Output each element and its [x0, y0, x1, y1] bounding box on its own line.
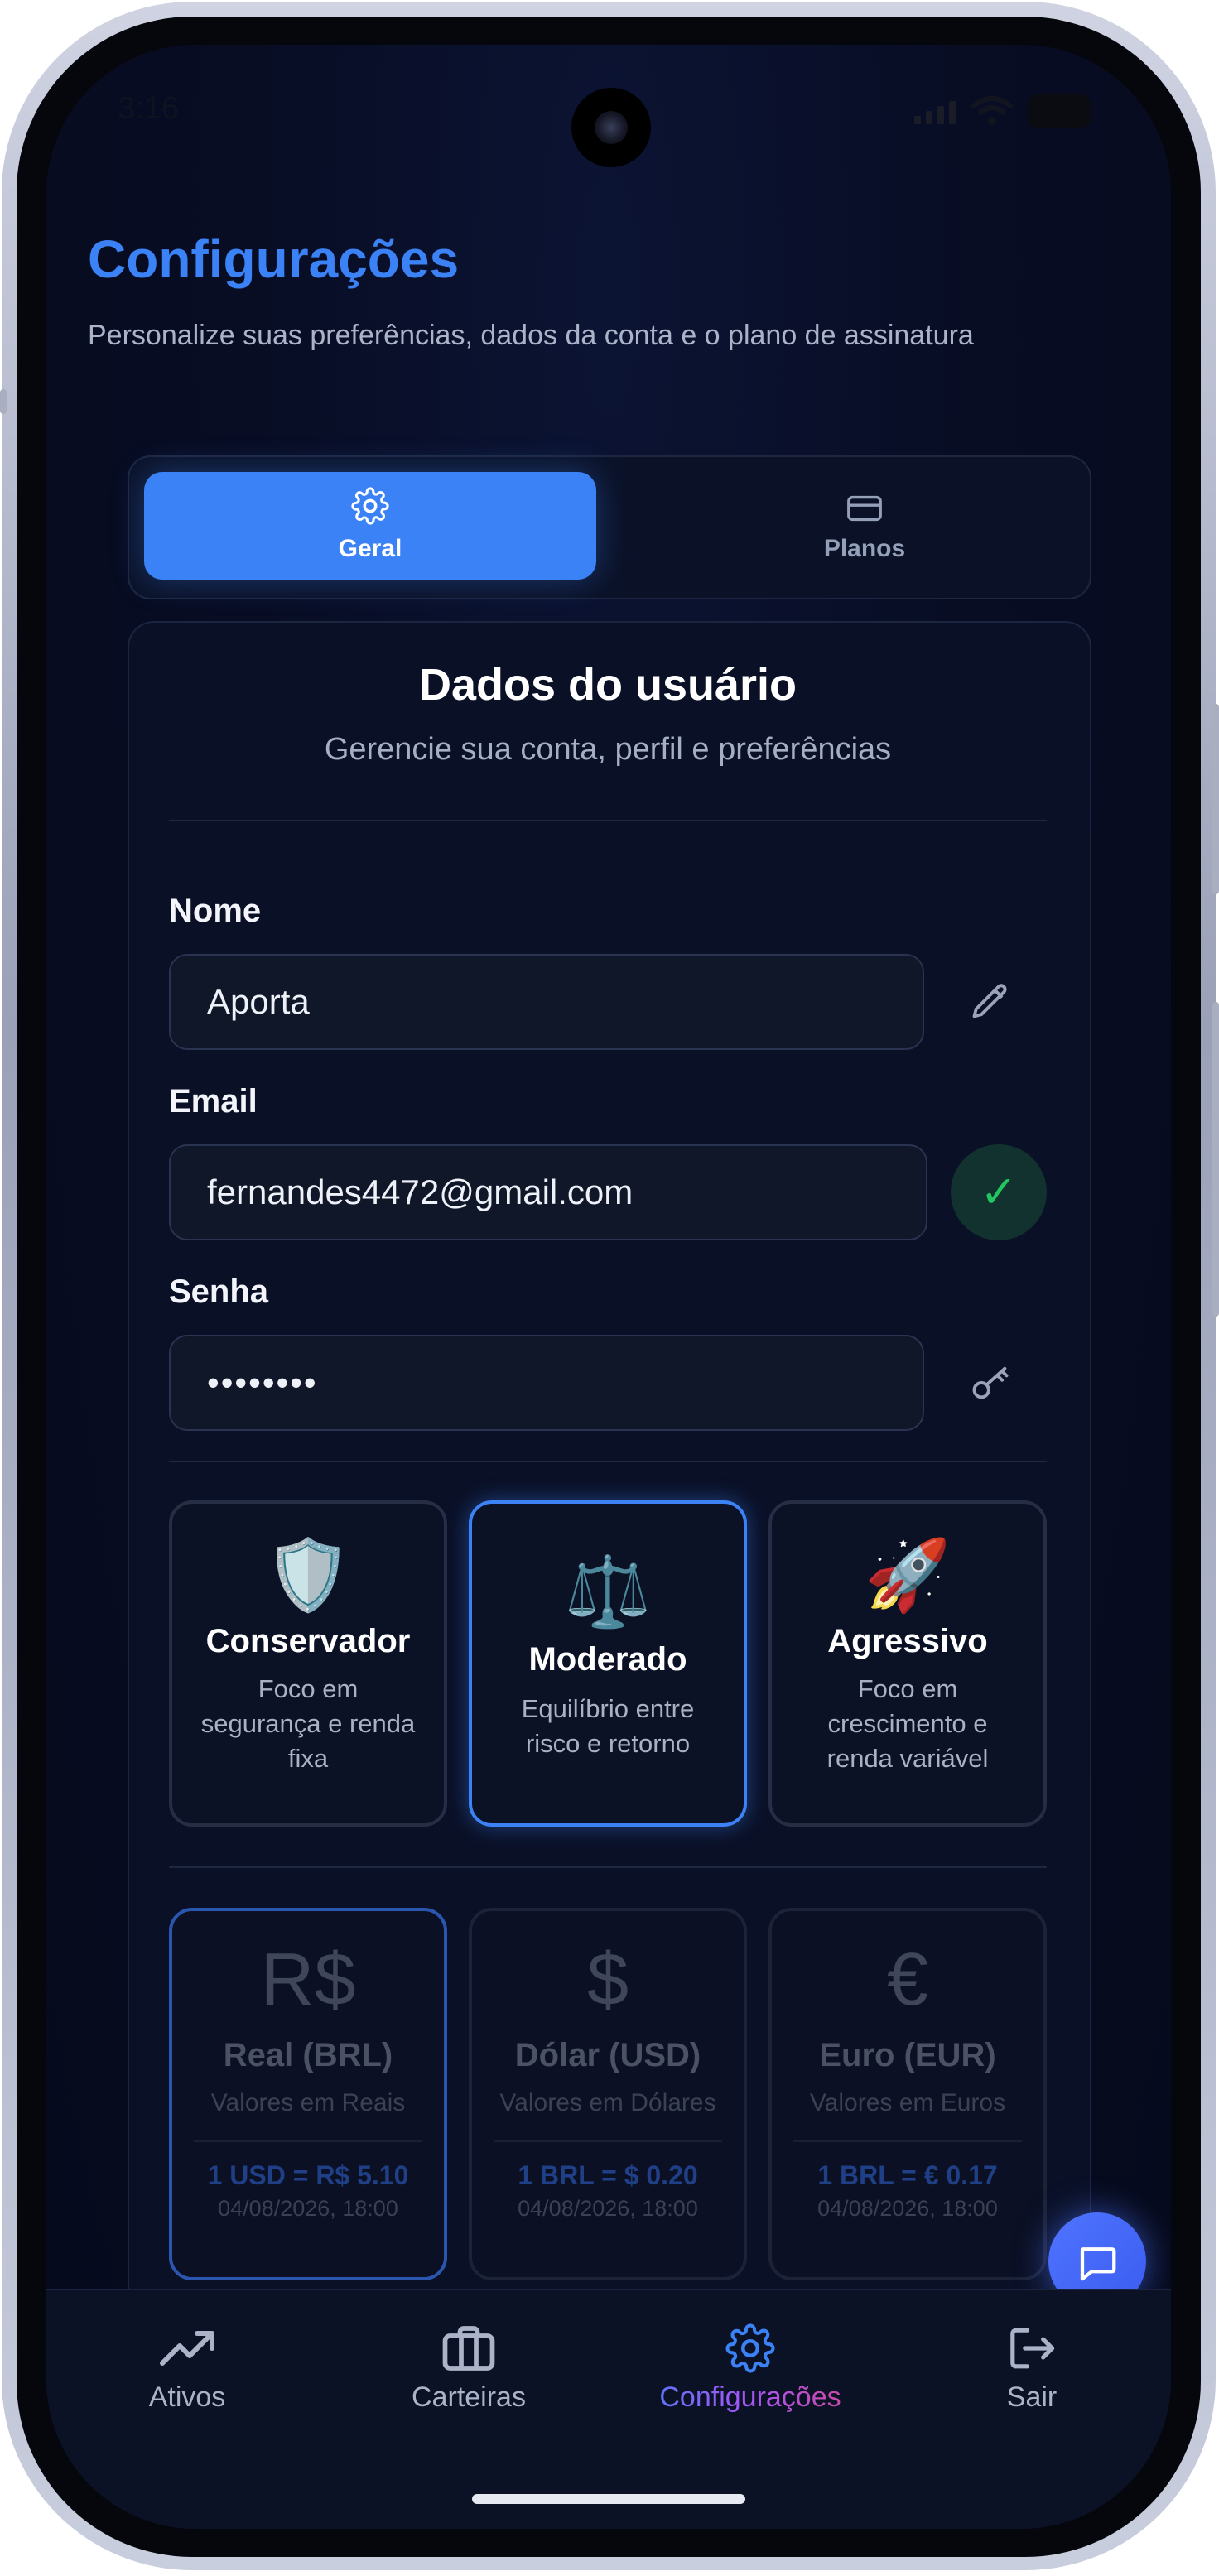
verified-check-icon: ✓: [951, 1144, 1047, 1240]
wifi-icon: [971, 96, 1013, 125]
exchange-rate: 1 BRL = $ 0.20: [518, 2160, 698, 2190]
nav-label: Configurações: [610, 2381, 891, 2414]
page-title: Configurações: [88, 229, 460, 289]
profile-title: Agressivo: [827, 1623, 988, 1659]
exchange-rate: 1 BRL = € 0.17: [817, 2160, 998, 2190]
status-time: 3:16: [118, 91, 179, 126]
nav-item-configuracoes[interactable]: Configurações: [610, 2323, 891, 2414]
side-button: [1212, 704, 1219, 894]
currency-name: Dólar (USD): [514, 2037, 701, 2073]
name-field[interactable]: Aporta: [169, 954, 924, 1050]
exchange-rate: 1 USD = R$ 5.10: [207, 2160, 409, 2190]
gear-icon: [725, 2323, 775, 2373]
profile-desc: Equilíbrio entre risco e retorno: [521, 1694, 695, 1758]
nav-label: Ativos: [148, 2381, 226, 2413]
rate-date: 04/08/2026, 18:00: [218, 2196, 398, 2221]
currency-name: Real (BRL): [223, 2037, 393, 2073]
profile-desc: Foco em crescimento e renda variável: [826, 1674, 989, 1773]
camera-notch: [571, 88, 651, 167]
pencil-icon[interactable]: [969, 980, 1012, 1023]
currency-symbol: €: [886, 1938, 929, 2021]
bottom-nav: Ativos Carteiras Configurações Sair: [46, 2289, 1171, 2529]
divider: [494, 2140, 722, 2142]
email-label: Email: [169, 1083, 258, 1119]
email-field[interactable]: fernandes4472@gmail.com: [169, 1144, 928, 1240]
currency-symbol: R$: [260, 1938, 356, 2021]
battery-icon: [1027, 94, 1091, 128]
side-button: [1212, 1002, 1219, 1317]
profile-card-conservador[interactable]: 🛡️ Conservador Foco em segurança e renda…: [169, 1500, 447, 1827]
card-subtitle: Gerencie sua conta, perfil e preferência…: [324, 732, 892, 767]
nav-item-carteiras[interactable]: Carteiras: [328, 2323, 610, 2414]
profile-card-agressivo[interactable]: 🚀 Agressivo Foco em crescimento e renda …: [768, 1500, 1047, 1827]
card-icon: [847, 495, 882, 522]
currency-desc: Valores em Reais: [210, 2089, 406, 2116]
side-button: [0, 389, 7, 414]
divider: [793, 2140, 1022, 2142]
nav-item-sair[interactable]: Sair: [891, 2323, 1171, 2414]
home-indicator: [472, 2494, 745, 2504]
shield-icon: 🛡️: [264, 1536, 352, 1614]
password-field[interactable]: ••••••••: [169, 1335, 924, 1431]
page-subtitle: Personalize suas preferências, dados da …: [88, 320, 974, 351]
divider: [169, 820, 1047, 821]
currency-card-usd[interactable]: $ Dólar (USD) Valores em Dólares 1 BRL =…: [469, 1908, 747, 2280]
currency-desc: Valores em Dólares: [499, 2089, 716, 2116]
gear-icon: [351, 487, 389, 525]
nav-label: Carteiras: [412, 2381, 526, 2413]
divider: [194, 2140, 422, 2142]
nav-item-ativos[interactable]: Ativos: [46, 2323, 328, 2414]
tab-planos[interactable]: Planos: [658, 472, 1072, 580]
signal-icon: [914, 99, 961, 124]
rate-date: 04/08/2026, 18:00: [817, 2196, 998, 2221]
screen: 3:16 Configurações Personalize suas pref…: [46, 45, 1171, 2529]
currency-name: Euro (EUR): [819, 2037, 996, 2073]
key-icon[interactable]: [969, 1361, 1012, 1404]
tab-geral[interactable]: Geral: [144, 472, 596, 580]
currency-desc: Valores em Euros: [809, 2089, 1006, 2116]
trending-up-icon: [160, 2331, 214, 2366]
logout-icon: [1010, 2328, 1055, 2369]
scale-icon: ⚖️: [564, 1553, 652, 1630]
profile-title: Conservador: [205, 1623, 411, 1659]
profile-card-moderado[interactable]: ⚖️ Moderado Equilíbrio entre risco e ret…: [469, 1500, 747, 1827]
tab-planos-label: Planos: [823, 535, 906, 562]
tab-geral-label: Geral: [338, 535, 402, 562]
currency-card-eur[interactable]: € Euro (EUR) Valores em Euros 1 BRL = € …: [768, 1908, 1047, 2280]
currency-symbol: $: [586, 1938, 629, 2021]
rate-date: 04/08/2026, 18:00: [518, 2196, 698, 2221]
nav-label: Sair: [1006, 2381, 1058, 2413]
name-label: Nome: [169, 893, 262, 929]
camera-lens: [595, 111, 628, 144]
profile-title: Moderado: [528, 1641, 687, 1678]
currency-card-brl[interactable]: R$ Real (BRL) Valores em Reais 1 USD = R…: [169, 1908, 447, 2280]
profile-desc: Foco em segurança e renda fixa: [200, 1674, 416, 1773]
briefcase-icon: [442, 2326, 495, 2371]
password-label: Senha: [169, 1274, 269, 1310]
chat-icon: [1080, 2247, 1116, 2281]
rocket-icon: 🚀: [864, 1536, 952, 1614]
divider: [169, 1461, 1047, 1462]
divider: [169, 1866, 1047, 1868]
card-title: Dados do usuário: [418, 660, 797, 710]
